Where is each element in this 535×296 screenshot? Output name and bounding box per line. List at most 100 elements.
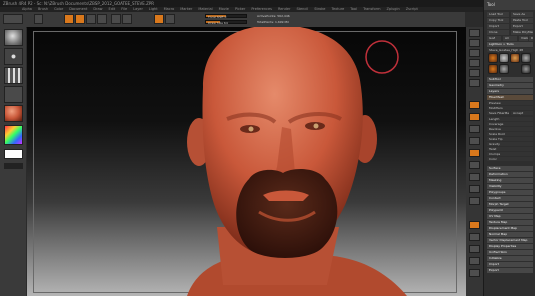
xpose-button[interactable]	[469, 269, 480, 277]
fibermesh-header[interactable]: FiberMesh	[487, 95, 533, 100]
revolve-slider[interactable]: Revolve	[487, 127, 533, 131]
texture-button[interactable]	[4, 86, 23, 103]
coverage-slider[interactable]: Coverage	[487, 122, 533, 126]
draw-button[interactable]	[64, 14, 74, 24]
gravity-slider[interactable]: Gravity	[487, 142, 533, 146]
save-fibermesh-button[interactable]: Save FiberMesh	[487, 111, 509, 115]
polyf-button[interactable]	[469, 221, 480, 229]
uv-map-header[interactable]: UV Map	[487, 214, 533, 219]
left-iris-shape	[248, 126, 254, 132]
tool-thumb-head-icon[interactable]	[488, 53, 498, 63]
actual-button[interactable]	[469, 69, 480, 77]
tray-import-header[interactable]: Import	[487, 262, 533, 267]
copy-tool-button[interactable]: Copy Tool	[487, 18, 509, 23]
visibility-header[interactable]: Visibility	[487, 184, 533, 189]
zadd-button[interactable]	[154, 14, 164, 24]
lsym-button[interactable]	[469, 137, 480, 145]
goz-button[interactable]: GoZ	[487, 36, 501, 41]
all-button[interactable]: All	[503, 36, 517, 41]
material-button[interactable]	[4, 105, 23, 122]
tool-thumb-goatee-icon[interactable]	[488, 64, 498, 74]
ghost-button[interactable]	[469, 245, 480, 253]
scale-view-button[interactable]	[469, 185, 480, 193]
solo-button[interactable]	[469, 257, 480, 265]
frame-button[interactable]	[469, 161, 480, 169]
mrgb-button[interactable]	[111, 14, 121, 24]
total-points-label: TotalPoints: 1,699 Mil	[257, 20, 289, 24]
move-view-button[interactable]	[469, 173, 480, 181]
active-points-label: ActivePoints: 562,446	[257, 14, 290, 18]
visible-button[interactable]: Visible	[519, 36, 528, 41]
layers-header[interactable]: Layers	[487, 89, 533, 94]
persp-button[interactable]	[469, 101, 480, 109]
length-slider[interactable]: Length	[487, 117, 533, 121]
tool-thumb-simple-icon[interactable]	[521, 53, 531, 63]
displacement-map-header[interactable]: Displacement Map	[487, 226, 533, 231]
tray-export-header[interactable]: Export	[487, 268, 533, 273]
draw-size-slider[interactable]: Draw Size 64	[205, 20, 247, 25]
projection-master-button[interactable]	[3, 14, 23, 24]
floor-button[interactable]	[469, 113, 480, 121]
tool-thumb-fiber-icon[interactable]	[521, 64, 531, 74]
tool-thumb-polymesh-icon[interactable]	[499, 64, 509, 74]
geometry-header[interactable]: Geometry	[487, 83, 533, 88]
tool-thumb-star-icon[interactable]	[510, 53, 520, 63]
zoom-button[interactable]	[469, 59, 480, 67]
edit-button[interactable]	[34, 14, 43, 24]
make-polymesh-button[interactable]: Make PolyMesh3D	[511, 30, 533, 35]
lightbox-tools-button[interactable]: Lightbox > Tools	[487, 42, 533, 47]
export-button[interactable]: Export	[511, 24, 533, 29]
polygroups-header[interactable]: Polygroups	[487, 190, 533, 195]
focal-shift-value: 0	[224, 15, 227, 19]
clumps-slider[interactable]: Clumps	[487, 152, 533, 156]
polypaint-header[interactable]: Polypaint	[487, 208, 533, 213]
subtool-header[interactable]: SubTool	[487, 77, 533, 82]
aahalf-button[interactable]	[469, 79, 480, 87]
accept-button[interactable]: Accept	[511, 111, 533, 115]
local-button[interactable]	[469, 125, 480, 133]
save-as-button[interactable]: Save As	[511, 12, 533, 17]
rotate-view-button[interactable]	[469, 197, 480, 205]
main-color-swatch[interactable]	[4, 149, 23, 159]
xyz-button[interactable]	[469, 149, 480, 157]
deformation-header[interactable]: Deformation	[487, 172, 533, 177]
fibermesh-preview-button[interactable]: Preview	[487, 101, 533, 105]
move-button[interactable]	[75, 14, 85, 24]
viewport-canvas[interactable]	[27, 27, 466, 296]
initialize-header[interactable]: Initialize	[487, 256, 533, 261]
focal-shift-slider[interactable]: Focal Shift 0	[205, 14, 247, 19]
scroll-button[interactable]	[469, 49, 480, 57]
paste-tool-button[interactable]: Paste Tool	[511, 18, 533, 23]
color-slider[interactable]: Color	[487, 157, 533, 161]
color-picker-icon[interactable]	[4, 125, 23, 145]
masking-header[interactable]: Masking	[487, 178, 533, 183]
surface-header[interactable]: Surface	[487, 166, 533, 171]
scale-button[interactable]	[86, 14, 96, 24]
rgb-button[interactable]	[122, 14, 132, 24]
alpha-button[interactable]	[4, 67, 23, 84]
load-tool-button[interactable]: Load Tool	[487, 12, 509, 17]
tool-thumb-sphere-icon[interactable]	[499, 53, 509, 63]
rotate-button[interactable]	[97, 14, 107, 24]
r-button[interactable]: R	[529, 36, 533, 41]
bpr-button[interactable]	[469, 29, 480, 37]
normal-map-header[interactable]: Normal Map	[487, 232, 533, 237]
clone-button[interactable]: Clone	[487, 30, 509, 35]
zsub-button[interactable]	[165, 14, 175, 24]
spix-button[interactable]	[469, 39, 480, 47]
draw-size-label: Draw Size	[208, 21, 223, 25]
brush-button[interactable]	[4, 29, 23, 46]
scale-root-slider[interactable]: Scale Root	[487, 132, 533, 136]
secondary-color-swatch[interactable]	[4, 163, 23, 169]
unified-skin-header[interactable]: Unified Skin	[487, 250, 533, 255]
texture-map-header[interactable]: Texture Map	[487, 220, 533, 225]
transp-button[interactable]	[469, 233, 480, 241]
import-button[interactable]: Import	[487, 24, 509, 29]
vector-displacement-header[interactable]: Vector Displacement Map	[487, 238, 533, 243]
twist-slider[interactable]: Twist	[487, 147, 533, 151]
morph-target-header[interactable]: Morph Target	[487, 202, 533, 207]
stroke-button[interactable]	[4, 48, 23, 65]
contact-header[interactable]: Contact	[487, 196, 533, 201]
scale-tip-slider[interactable]: Scale Tip	[487, 137, 533, 141]
display-properties-header[interactable]: Display Properties	[487, 244, 533, 249]
